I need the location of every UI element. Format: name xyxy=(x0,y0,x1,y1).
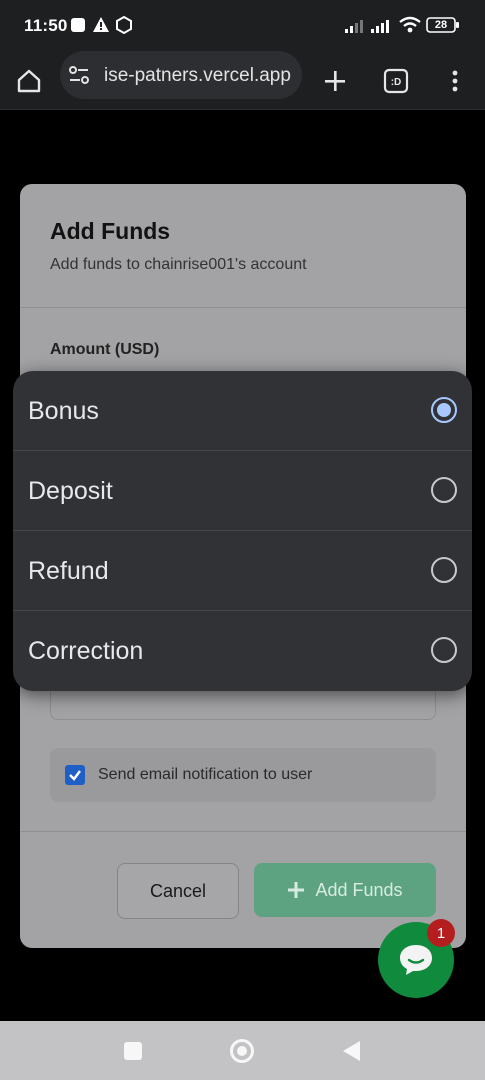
radio-icon[interactable] xyxy=(431,637,457,663)
warning-icon xyxy=(92,16,110,39)
divider xyxy=(20,307,466,308)
svg-text::D: :D xyxy=(391,77,402,88)
add-funds-button[interactable]: Add Funds xyxy=(254,863,436,917)
plus-icon[interactable] xyxy=(318,64,352,98)
notify-option[interactable]: Send email notification to user xyxy=(50,748,436,802)
home-button-icon[interactable] xyxy=(230,1039,254,1063)
notify-label: Send email notification to user xyxy=(98,766,313,783)
option-label: Refund xyxy=(28,557,109,585)
notification-square-icon xyxy=(70,17,86,38)
system-nav-bar xyxy=(0,1021,485,1080)
option-deposit[interactable]: Deposit xyxy=(13,451,472,531)
tune-icon[interactable] xyxy=(68,64,90,91)
option-correction[interactable]: Correction xyxy=(13,611,472,691)
add-funds-label: Add Funds xyxy=(315,879,403,900)
check-icon xyxy=(69,770,81,781)
tab-switcher-icon[interactable]: :D xyxy=(379,64,413,98)
chat-bubble-icon xyxy=(400,945,432,975)
status-time: 11:50 xyxy=(24,16,68,35)
option-label: Deposit xyxy=(28,477,113,505)
more-vert-icon[interactable] xyxy=(438,64,472,98)
status-bar: 11:50 28 xyxy=(0,0,485,52)
url-text[interactable]: ise-patners.vercel.app xyxy=(104,65,296,87)
option-label: Bonus xyxy=(28,397,99,425)
amount-label: Amount (USD) xyxy=(50,341,160,358)
signal-icon xyxy=(370,18,392,39)
recents-icon[interactable] xyxy=(124,1042,142,1060)
modal-subtitle: Add funds to chainrise001's account xyxy=(50,256,307,273)
wifi-icon xyxy=(398,16,422,39)
radio-selected-icon[interactable] xyxy=(431,397,457,423)
signal-icon xyxy=(344,18,366,39)
divider xyxy=(20,831,466,832)
option-label: Correction xyxy=(28,637,144,665)
battery-level: 28 xyxy=(434,19,448,31)
plus-icon xyxy=(288,882,305,898)
app-notification-icon xyxy=(115,15,133,39)
chat-badge: 1 xyxy=(427,919,455,947)
notify-checkbox[interactable] xyxy=(65,765,85,785)
radio-icon[interactable] xyxy=(431,557,457,583)
modal-title: Add Funds xyxy=(50,218,171,244)
radio-icon[interactable] xyxy=(431,477,457,503)
option-refund[interactable]: Refund xyxy=(13,531,472,611)
back-icon[interactable] xyxy=(342,1040,362,1067)
option-bonus[interactable]: Bonus xyxy=(13,371,472,451)
cancel-button[interactable]: Cancel xyxy=(117,863,239,919)
transaction-type-dropdown: Bonus Deposit Refund Correction xyxy=(13,371,472,691)
home-icon[interactable] xyxy=(12,64,46,98)
